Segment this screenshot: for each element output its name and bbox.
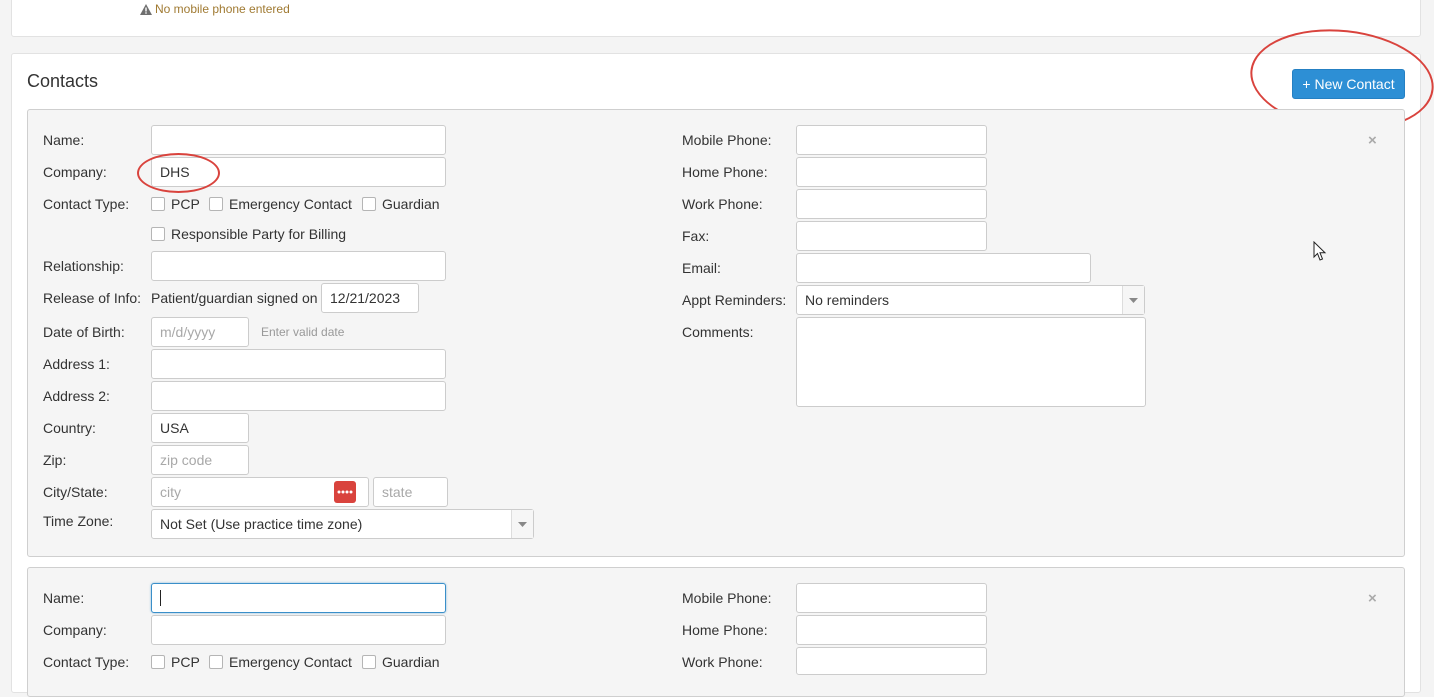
contact-type-label: Contact Type: — [43, 654, 130, 670]
address1-input[interactable] — [151, 349, 446, 379]
address2-input[interactable] — [151, 381, 446, 411]
close-icon[interactable]: × — [1368, 132, 1377, 149]
responsible-party-checkbox[interactable] — [151, 227, 165, 241]
relationship-label: Relationship: — [43, 258, 124, 274]
warning-triangle-icon — [140, 3, 152, 15]
emergency-contact-label: Emergency Contact — [229, 654, 352, 670]
company-input[interactable] — [151, 615, 446, 645]
dob-label: Date of Birth: — [43, 324, 125, 340]
comments-textarea[interactable] — [796, 317, 1146, 407]
company-label: Company: — [43, 622, 107, 638]
work-phone-input[interactable] — [796, 189, 987, 219]
email-label: Email: — [682, 260, 721, 276]
email-input[interactable] — [796, 253, 1091, 283]
company-value: DHS — [160, 164, 190, 180]
state-placeholder: state — [382, 484, 413, 500]
contact-type-label: Contact Type: — [43, 196, 130, 212]
guardian-label: Guardian — [382, 196, 440, 212]
pcp-label: PCP — [171, 196, 200, 212]
emergency-contact-label: Emergency Contact — [229, 196, 352, 212]
work-phone-label: Work Phone: — [682, 196, 763, 212]
guardian-checkbox[interactable] — [362, 197, 376, 211]
zip-input[interactable]: zip code — [151, 445, 249, 475]
country-value: USA — [160, 420, 189, 436]
release-label: Release of Info: — [43, 290, 142, 306]
mobile-phone-input[interactable] — [796, 583, 987, 613]
release-date-input[interactable]: 12/21/2023 — [321, 283, 419, 313]
chevron-down-icon — [511, 510, 533, 538]
chevron-down-icon — [1122, 286, 1144, 314]
name-input[interactable] — [151, 583, 446, 613]
time-zone-value: Not Set (Use practice time zone) — [160, 516, 363, 532]
mobile-phone-warning: No mobile phone entered — [140, 2, 290, 16]
emergency-contact-checkbox[interactable] — [209, 655, 223, 669]
close-icon[interactable]: × — [1368, 590, 1377, 607]
release-text: Patient/guardian signed on — [151, 290, 318, 306]
appt-reminders-value: No reminders — [805, 292, 890, 308]
dob-input[interactable]: m/d/yyyy — [151, 317, 249, 347]
dob-hint: Enter valid date — [261, 325, 345, 339]
pcp-checkbox[interactable] — [151, 197, 165, 211]
name-input[interactable] — [151, 125, 446, 155]
pcp-checkbox[interactable] — [151, 655, 165, 669]
appt-reminders-select[interactable]: No reminders — [796, 285, 1145, 315]
comments-label: Comments: — [682, 324, 754, 340]
relationship-input[interactable] — [151, 251, 446, 281]
dots-locate-icon[interactable] — [334, 481, 356, 503]
work-phone-label: Work Phone: — [682, 654, 763, 670]
dob-placeholder: m/d/yyyy — [160, 324, 216, 340]
emergency-contact-checkbox[interactable] — [209, 197, 223, 211]
company-input[interactable]: DHS — [151, 157, 446, 187]
mobile-phone-input[interactable] — [796, 125, 987, 155]
company-label: Company: — [43, 164, 107, 180]
warning-text: No mobile phone entered — [155, 2, 290, 16]
name-label: Name: — [43, 590, 85, 606]
country-label: Country: — [43, 420, 96, 436]
mouse-pointer-icon — [1313, 241, 1327, 261]
fax-label: Fax: — [682, 228, 710, 244]
home-phone-label: Home Phone: — [682, 622, 768, 638]
new-contact-button[interactable]: + New Contact — [1292, 69, 1405, 99]
home-phone-input[interactable] — [796, 615, 987, 645]
zip-label: Zip: — [43, 452, 67, 468]
address2-label: Address 2: — [43, 388, 110, 404]
state-input[interactable]: state — [373, 477, 448, 507]
home-phone-label: Home Phone: — [682, 164, 768, 180]
fax-input[interactable] — [796, 221, 987, 251]
guardian-label: Guardian — [382, 654, 440, 670]
text-caret — [160, 590, 161, 606]
pcp-label: PCP — [171, 654, 200, 670]
responsible-party-label: Responsible Party for Billing — [171, 226, 347, 242]
work-phone-input[interactable] — [796, 647, 987, 675]
home-phone-input[interactable] — [796, 157, 987, 187]
mobile-phone-label: Mobile Phone: — [682, 590, 772, 606]
mobile-phone-label: Mobile Phone: — [682, 132, 772, 148]
city-placeholder: city — [160, 484, 181, 500]
name-label: Name: — [43, 132, 85, 148]
contacts-title: Contacts — [27, 71, 99, 91]
release-date-value: 12/21/2023 — [330, 290, 401, 306]
country-input[interactable]: USA — [151, 413, 249, 443]
time-zone-select[interactable]: Not Set (Use practice time zone) — [151, 509, 534, 539]
appt-reminders-label: Appt Reminders: — [682, 292, 787, 308]
address1-label: Address 1: — [43, 356, 110, 372]
city-state-label: City/State: — [43, 484, 108, 500]
time-zone-label: Time Zone: — [43, 513, 114, 529]
guardian-checkbox[interactable] — [362, 655, 376, 669]
zip-placeholder: zip code — [160, 452, 213, 468]
